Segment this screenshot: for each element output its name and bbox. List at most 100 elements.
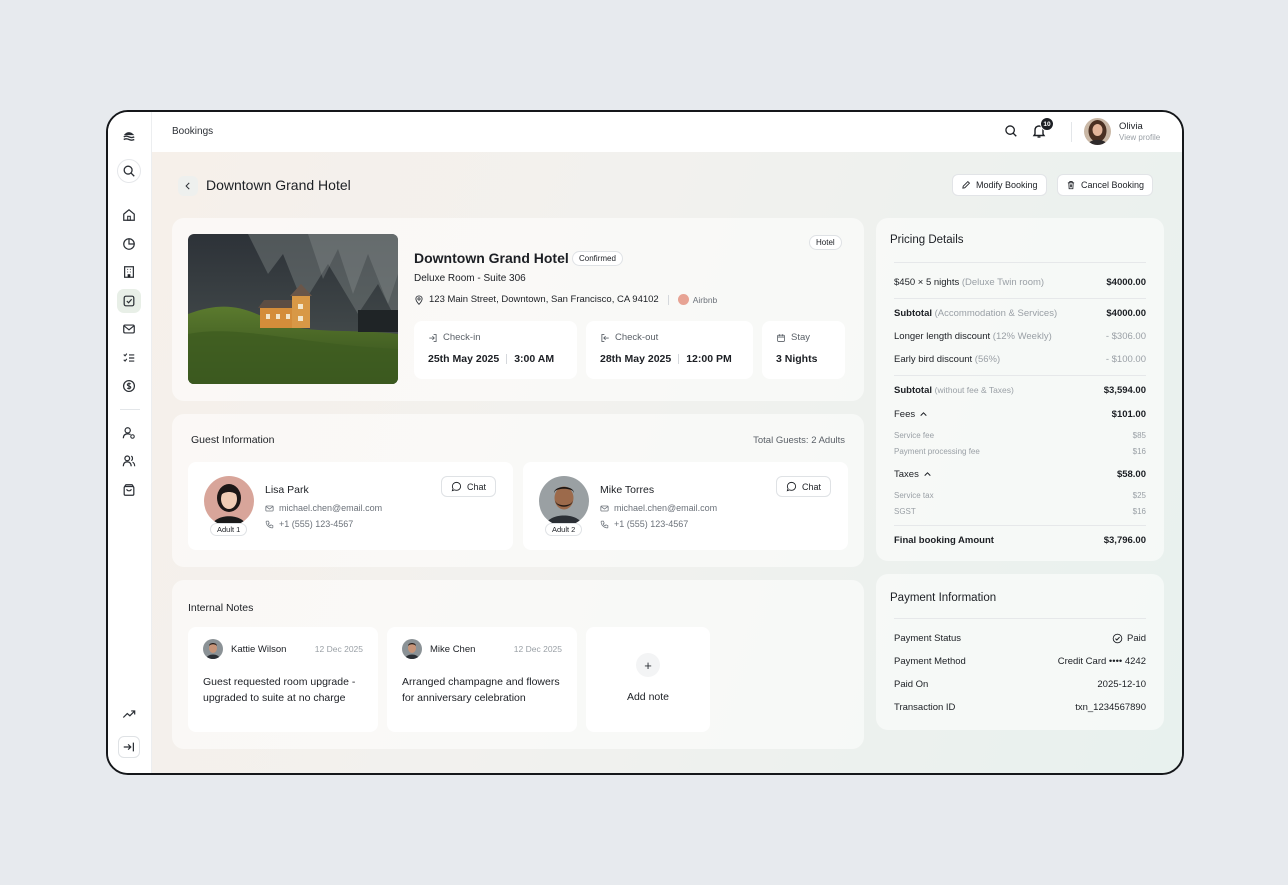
note-card[interactable]: Mike Chen 12 Dec 2025 Arranged champagne… — [387, 627, 577, 732]
chat-label: Chat — [802, 481, 822, 492]
pie-chart-icon[interactable] — [117, 232, 141, 256]
tax-item-label: Service tax — [894, 491, 934, 500]
hotel-image — [188, 234, 398, 384]
guest-email[interactable]: michael.chen@email.com — [279, 503, 382, 513]
trend-icon[interactable] — [117, 702, 141, 726]
checkout-label-row: Check-out — [600, 332, 658, 343]
payment-card: Payment Information Payment Status Paid … — [876, 574, 1164, 730]
total-guests: Total Guests: 2 Adults — [753, 435, 845, 446]
fee-item-row: Service fee $85 — [894, 431, 1146, 440]
users-icon[interactable] — [117, 449, 141, 473]
calendar-icon — [777, 333, 785, 342]
address-row: 123 Main Street, Downtown, San Francisco… — [414, 294, 717, 305]
user-settings-icon[interactable] — [117, 421, 141, 445]
paid-on-value: 2025-12-10 — [1097, 679, 1146, 690]
user-name[interactable]: Olivia — [1119, 121, 1143, 132]
avatar[interactable] — [1084, 118, 1111, 145]
chat-button[interactable]: Chat — [776, 476, 832, 497]
subtotal-value: $3,594.00 — [1103, 385, 1146, 396]
guest-email-row: michael.chen@email.com — [265, 503, 382, 513]
discount-value: - $100.00 — [1105, 354, 1146, 365]
breadcrumb[interactable]: Bookings — [172, 126, 213, 137]
paid-on-row: Paid On 2025-12-10 — [894, 679, 1146, 690]
collapse-icon[interactable] — [118, 736, 140, 758]
guest-phone[interactable]: +1 (555) 123-4567 — [614, 519, 688, 529]
cancel-booking-label: Cancel Booking — [1081, 180, 1145, 190]
notification-badge: 10 — [1040, 117, 1054, 131]
tax-item-value: $16 — [1132, 507, 1146, 516]
checkin-label: Check-in — [443, 332, 481, 343]
chevron-up-icon[interactable] — [923, 470, 932, 479]
room-type: Deluxe Room - Suite 306 — [414, 273, 526, 284]
app-window: Bookings 10 Olivia View profile Downtown… — [106, 110, 1184, 775]
subtotal-row: Subtotal (without fee & Taxes) $3,594.00 — [894, 385, 1146, 396]
search-icon[interactable] — [117, 159, 141, 183]
note-author: Mike Chen — [430, 644, 476, 655]
tax-item-label: SGST — [894, 507, 916, 516]
discount-value: - $306.00 — [1105, 331, 1146, 342]
chat-button[interactable]: Chat — [441, 476, 497, 497]
guest-phone[interactable]: +1 (555) 123-4567 — [279, 519, 353, 529]
checklist-icon[interactable] — [117, 346, 141, 370]
internal-notes-title: Internal Notes — [188, 602, 254, 614]
cancel-booking-button[interactable]: Cancel Booking — [1057, 174, 1154, 196]
fees-value: $101.00 — [1111, 409, 1146, 420]
guest-email[interactable]: michael.chen@email.com — [614, 503, 717, 513]
view-profile-link[interactable]: View profile — [1119, 133, 1160, 142]
guest-name: Mike Torres — [600, 484, 655, 496]
stay-value: 3 Nights — [776, 353, 818, 365]
hotel-name: Downtown Grand Hotel — [414, 250, 569, 266]
tax-item-row: SGST $16 — [894, 507, 1146, 516]
add-note-button[interactable]: + Add note — [586, 627, 710, 732]
note-text: Guest requested room upgrade - upgraded … — [203, 676, 356, 704]
discount-row: Longer length discount (12% Weekly) - $3… — [894, 331, 1146, 342]
taxes-row[interactable]: Taxes $58.00 — [894, 469, 1146, 480]
modify-booking-button[interactable]: Modify Booking — [952, 174, 1047, 196]
checkout-value: 28th May 2025 12:00 PM — [600, 353, 732, 365]
discount-note: (56%) — [974, 354, 1001, 365]
avatar — [402, 639, 422, 659]
location-pin-icon — [415, 294, 423, 305]
chevron-up-icon[interactable] — [919, 410, 928, 419]
mail-icon[interactable] — [117, 317, 141, 341]
paid-on-label: Paid On — [894, 679, 929, 690]
pricing-divider — [894, 298, 1146, 299]
payment-status-value: Paid — [1126, 633, 1146, 644]
final-amount-row: Final booking Amount $3,796.00 — [894, 535, 1146, 546]
internal-notes-card: Internal Notes Kattie Wilson 12 Dec 2025… — [172, 580, 864, 749]
pricing-divider — [894, 375, 1146, 376]
hotel-card: Downtown Grand Hotel Confirmed Hotel Del… — [172, 218, 864, 401]
base-rate-note: (Deluxe Twin room) — [961, 277, 1045, 288]
subtotal-row: Subtotal (Accommodation & Services) $400… — [894, 308, 1146, 319]
trash-icon — [1067, 181, 1075, 190]
fee-item-value: $16 — [1132, 447, 1146, 456]
checkout-box: Check-out 28th May 2025 12:00 PM — [586, 321, 753, 379]
topbar: Bookings 10 Olivia View profile — [152, 112, 1182, 152]
pricing-divider — [894, 262, 1146, 263]
taxes-value: $58.00 — [1116, 469, 1146, 480]
guest-phone-row: +1 (555) 123-4567 — [265, 519, 353, 529]
pencil-icon — [962, 180, 971, 189]
stay-label: Stay — [791, 332, 811, 343]
fees-label: Fees — [894, 409, 916, 420]
modify-booking-label: Modify Booking — [976, 180, 1038, 190]
guest-name: Lisa Park — [265, 484, 309, 496]
guest-card: Adult 1 Lisa Park michael.chen@email.com… — [188, 462, 513, 550]
dollar-icon[interactable] — [117, 374, 141, 398]
guest-phone-row: +1 (555) 123-4567 — [600, 519, 688, 529]
fees-row[interactable]: Fees $101.00 — [894, 409, 1146, 420]
note-date: 12 Dec 2025 — [314, 644, 363, 654]
calendar-check-icon[interactable] — [117, 289, 141, 313]
pricing-card: Pricing Details $450 × 5 nights (Deluxe … — [876, 218, 1164, 561]
checkin-label-row: Check-in — [428, 332, 481, 343]
bag-icon[interactable] — [117, 478, 141, 502]
checkout-time: 12:00 PM — [686, 353, 732, 365]
check-circle-icon — [1112, 633, 1123, 644]
back-button[interactable] — [178, 176, 198, 196]
home-icon[interactable] — [117, 203, 141, 227]
logo-icon[interactable] — [117, 124, 141, 148]
search-icon[interactable] — [1004, 124, 1018, 138]
note-card[interactable]: Kattie Wilson 12 Dec 2025 Guest requeste… — [188, 627, 378, 732]
checkout-date: 28th May 2025 — [600, 353, 672, 365]
building-icon[interactable] — [117, 260, 141, 284]
